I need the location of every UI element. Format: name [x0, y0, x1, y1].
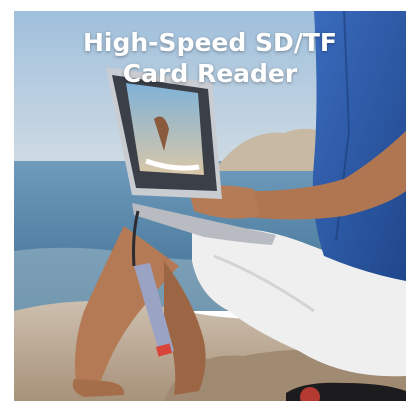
product-banner: High-Speed SD/TF Card Reader	[0, 0, 420, 404]
headline-line-1: High-Speed SD/TF	[83, 28, 337, 57]
headline-line-2: Card Reader	[122, 59, 298, 88]
headline: High-Speed SD/TF Card Reader	[14, 27, 406, 89]
